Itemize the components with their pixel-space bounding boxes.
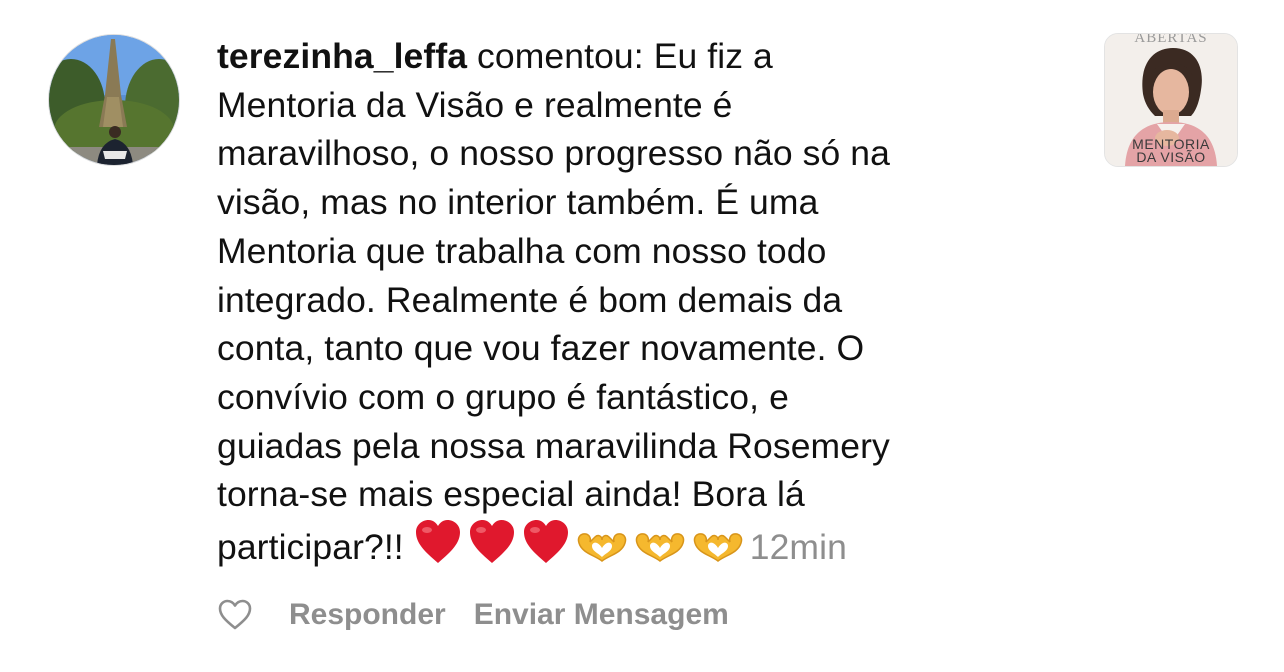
reply-button[interactable]: Responder	[289, 598, 446, 632]
comment-line: guiadas pela nossa maravilinda Rosemery	[217, 425, 890, 466]
comment-line: participar?!!	[217, 527, 414, 568]
red-heart-icon	[414, 519, 462, 565]
thumbnail-top-text: ABERTAS	[1134, 33, 1208, 46]
comment-text: terezinha_leffa comentou: Eu fiz a Mento…	[217, 32, 1057, 572]
comment-line: visão, mas no interior também. É uma	[217, 182, 819, 223]
post-thumbnail[interactable]: ABERTAS MENTORIA DA VISÃO	[1104, 33, 1238, 167]
comment-line: convívio com o grupo é fantástico, e	[217, 376, 789, 417]
heart-hands-icon	[576, 531, 628, 565]
commenter-avatar[interactable]	[48, 34, 180, 166]
comment-line: Mentoria que trabalha com nosso todo	[217, 230, 827, 271]
heart-outline-icon[interactable]	[217, 597, 253, 633]
heart-hands-icon	[692, 531, 744, 565]
thumbnail-caption: MENTORIA DA VISÃO	[1105, 137, 1237, 165]
send-message-button[interactable]: Enviar Mensagem	[474, 598, 729, 632]
heart-hands-icon	[634, 531, 686, 565]
thumbnail-caption-line: DA VISÃO	[1136, 149, 1206, 165]
comment-line: conta, tanto que vou fazer novamente. O	[217, 328, 865, 369]
comment-verb: comentou:	[467, 36, 644, 76]
comment-last-line: participar?!! 12min	[217, 520, 847, 568]
comment-line: maravilhoso, o nosso progresso não só na	[217, 133, 890, 174]
red-heart-icon	[522, 519, 570, 565]
red-heart-icon	[468, 519, 516, 565]
comment-actions: Responder Enviar Mensagem	[217, 595, 729, 635]
comment-line: torna-se mais especial ainda! Bora lá	[217, 474, 805, 515]
comment-line: integrado. Realmente é bom demais da	[217, 279, 843, 320]
comment-line: Mentoria da Visão e realmente é	[217, 84, 733, 125]
comment-timestamp: 12min	[749, 527, 847, 568]
comment-line: Eu fiz a	[643, 36, 773, 76]
comment-username[interactable]: terezinha_leffa	[217, 36, 467, 76]
